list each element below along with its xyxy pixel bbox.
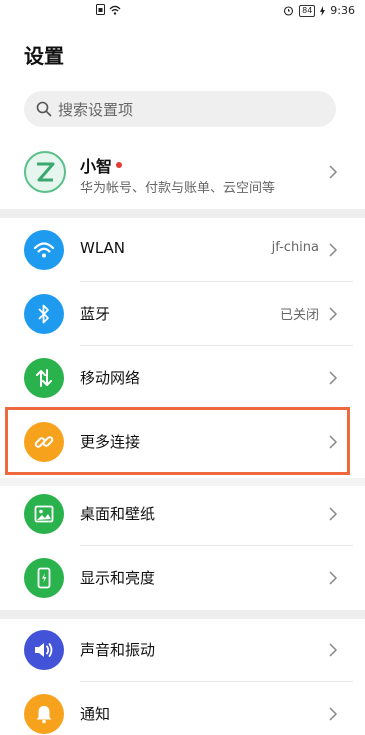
row-label: 声音和振动 xyxy=(80,641,156,659)
chevron-right-icon xyxy=(329,571,338,585)
settings-row-wlan[interactable]: WLAN jf-china xyxy=(0,218,365,282)
row-label: 通知 xyxy=(80,705,111,723)
search-input[interactable]: 搜索设置项 xyxy=(24,91,336,127)
account-name: 小智 xyxy=(80,153,123,177)
avatar-logo-icon xyxy=(37,162,55,182)
search-placeholder: 搜索设置项 xyxy=(58,100,134,119)
settings-row-sound-vibration[interactable]: 声音和振动 xyxy=(0,618,365,682)
account-name-text: 小智 xyxy=(80,157,113,176)
chevron-right-icon xyxy=(329,507,338,521)
section-divider xyxy=(0,209,365,218)
battery-level: 84 xyxy=(299,4,316,17)
sim-icon xyxy=(96,4,105,15)
chevron-right-icon xyxy=(329,371,338,385)
bell-icon xyxy=(24,694,64,734)
settings-row-desktop-wallpaper[interactable]: 桌面和壁纸 xyxy=(0,482,365,546)
avatar xyxy=(24,151,66,193)
clock-time: 9:36 xyxy=(330,4,355,17)
image-icon xyxy=(24,494,64,534)
row-label: 移动网络 xyxy=(80,369,141,387)
settings-row-display-brightness[interactable]: 显示和亮度 xyxy=(0,546,365,610)
status-bar: 84 9:36 xyxy=(0,0,365,22)
row-label: 蓝牙 xyxy=(80,305,111,323)
display-icon xyxy=(24,558,64,598)
status-right: 84 9:36 xyxy=(283,4,355,17)
chevron-right-icon xyxy=(329,307,338,321)
page-title: 设置 xyxy=(24,44,64,68)
row-label: WLAN xyxy=(80,239,126,257)
chevron-right-icon xyxy=(329,165,338,179)
bluetooth-icon xyxy=(24,294,64,334)
account-subtitle: 华为帐号、付款与账单、云空间等 xyxy=(80,181,276,196)
notification-dot xyxy=(116,162,123,168)
highlight-box xyxy=(5,407,350,475)
row-label: 显示和亮度 xyxy=(80,569,156,587)
charging-icon xyxy=(320,5,326,16)
alarm-icon xyxy=(284,6,294,16)
settings-row-notifications[interactable]: 通知 xyxy=(0,682,365,735)
chevron-right-icon xyxy=(329,243,338,257)
row-label: 桌面和壁纸 xyxy=(80,505,156,523)
chevron-right-icon xyxy=(329,643,338,657)
sound-icon xyxy=(24,630,64,670)
wifi-status-icon xyxy=(109,5,121,15)
settings-row-mobile-network[interactable]: 移动网络 xyxy=(0,346,365,410)
account-row[interactable]: 小智 华为帐号、付款与账单、云空间等 xyxy=(0,146,365,206)
row-value: 已关闭 xyxy=(279,308,319,323)
wifi-icon xyxy=(24,230,64,270)
mobile-data-icon xyxy=(24,358,64,398)
row-value: jf-china xyxy=(271,240,319,255)
settings-row-bluetooth[interactable]: 蓝牙 已关闭 xyxy=(0,282,365,346)
chevron-right-icon xyxy=(329,707,338,721)
search-icon xyxy=(36,101,52,117)
status-left xyxy=(96,4,121,15)
